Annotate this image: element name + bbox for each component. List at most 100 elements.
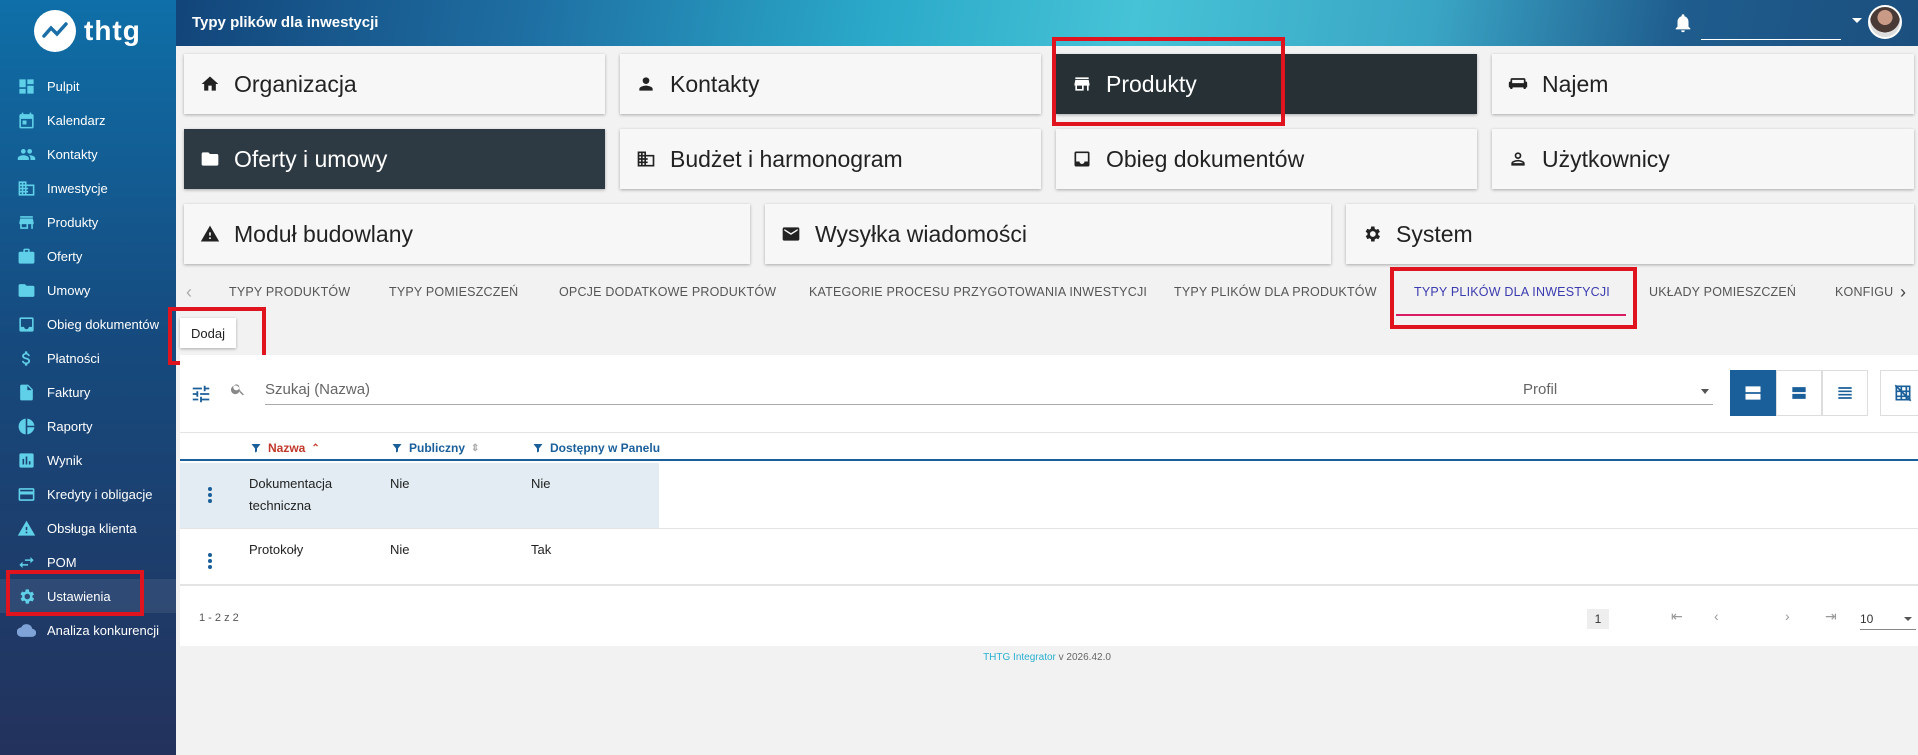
top-header: Typy plików dla inwestycji bbox=[176, 0, 1918, 46]
module-produkty[interactable]: Produkty bbox=[1056, 54, 1477, 114]
search-input[interactable] bbox=[265, 375, 1595, 405]
module-obieg-dokumentow[interactable]: Obieg dokumentów bbox=[1056, 129, 1477, 189]
module-oferty-i-umowy[interactable]: Oferty i umowy bbox=[184, 129, 605, 189]
arrows-icon bbox=[16, 552, 36, 572]
bell-icon[interactable] bbox=[1672, 12, 1694, 34]
sidebar-item-label: Obieg dokumentów bbox=[47, 316, 160, 332]
footer: THTG Integrator v 2026.42.0 bbox=[176, 652, 1918, 663]
sidebar-item-wynik[interactable]: Wynik bbox=[0, 443, 176, 477]
view-wide-rows-button[interactable] bbox=[1730, 370, 1776, 416]
filter-icon[interactable] bbox=[532, 442, 544, 454]
sidebar-item-kredyty[interactable]: Kredyty i obligacje bbox=[0, 477, 176, 511]
module-budzet[interactable]: Budżet i harmonogram bbox=[620, 129, 1041, 189]
sidebar-item-faktury[interactable]: Faktury bbox=[0, 375, 176, 409]
module-organizacja[interactable]: Organizacja bbox=[184, 54, 605, 114]
warning-icon bbox=[200, 223, 222, 245]
tab-typy-produktow[interactable]: TYPY PRODUKTÓW bbox=[229, 274, 350, 310]
view-compact-rows-button[interactable] bbox=[1822, 370, 1868, 416]
module-uzytkownicy[interactable]: Użytkownicy bbox=[1492, 129, 1914, 189]
cell-publiczny: Nie bbox=[390, 542, 410, 557]
more-vert-icon[interactable] bbox=[208, 487, 212, 505]
table-row[interactable]: Protokoły Nie Tak bbox=[180, 529, 1918, 585]
sidebar-item-obsluga-klienta[interactable]: Obsługa klienta bbox=[0, 511, 176, 545]
tab-konfigu[interactable]: KONFIGU bbox=[1835, 274, 1893, 310]
sidebar-item-label: Obsługa klienta bbox=[47, 520, 137, 536]
tab-typy-pomieszczen[interactable]: TYPY POMIESZCZEŃ bbox=[389, 274, 518, 310]
person-outline-icon bbox=[1508, 148, 1530, 170]
first-page-icon[interactable]: ⇤ bbox=[1671, 608, 1683, 625]
tab-uklady-pomieszczen[interactable]: UKŁADY POMIESZCZEŃ bbox=[1649, 274, 1796, 310]
grid-off-button[interactable] bbox=[1880, 370, 1918, 416]
module-wysylka[interactable]: Wysyłka wiadomości bbox=[765, 204, 1331, 264]
avatar[interactable] bbox=[1868, 5, 1902, 39]
data-table-card: Profil Nazwa ⌃ Publiczny ⇕ Dostępny w bbox=[180, 355, 1918, 646]
filter-icon[interactable] bbox=[250, 442, 262, 454]
store-icon bbox=[1072, 73, 1094, 95]
next-page-icon[interactable]: › bbox=[1785, 608, 1790, 624]
folder-icon bbox=[200, 148, 222, 170]
tab-typy-plikow-produktow[interactable]: TYPY PLIKÓW DLA PRODUKTÓW bbox=[1174, 274, 1377, 310]
per-page-select[interactable]: 10 bbox=[1860, 608, 1916, 630]
cell-dostepny: Tak bbox=[531, 542, 552, 557]
module-budowlany[interactable]: Moduł budowlany bbox=[184, 204, 750, 264]
module-label: Użytkownicy bbox=[1542, 145, 1670, 172]
module-label: Oferty i umowy bbox=[234, 145, 388, 172]
sidebar-item-label: Wynik bbox=[47, 452, 83, 468]
profile-select[interactable]: Profil bbox=[1523, 375, 1713, 405]
gear-icon bbox=[16, 586, 36, 606]
sidebar-item-ustawienia[interactable]: Ustawienia bbox=[0, 579, 176, 613]
module-label: Organizacja bbox=[234, 70, 357, 97]
sidebar-item-kontakty[interactable]: Kontakty bbox=[0, 137, 176, 171]
column-label: Nazwa bbox=[268, 441, 306, 455]
sidebar-item-inwestycje[interactable]: Inwestycje bbox=[0, 171, 176, 205]
credit-card-icon bbox=[16, 484, 36, 504]
module-kontakty[interactable]: Kontakty bbox=[620, 54, 1041, 114]
column-header-dostepny[interactable]: Dostępny w Panelu bbox=[532, 441, 660, 455]
tab-typy-plikow-inwestycji[interactable]: TYPY PLIKÓW DLA INWESTYCJI bbox=[1414, 274, 1610, 310]
sidebar-item-oferty[interactable]: Oferty bbox=[0, 239, 176, 273]
user-select[interactable] bbox=[1701, 39, 1841, 40]
chevron-down-icon bbox=[1701, 389, 1709, 394]
current-page[interactable]: 1 bbox=[1587, 609, 1609, 629]
chevron-down-icon[interactable] bbox=[1852, 18, 1862, 23]
sidebar-item-produkty[interactable]: Produkty bbox=[0, 205, 176, 239]
column-header-publiczny[interactable]: Publiczny ⇕ bbox=[391, 441, 479, 455]
tabs-scroll-right-icon[interactable]: › bbox=[1900, 282, 1906, 303]
tab-opcje-dodatkowe[interactable]: OPCJE DODATKOWE PRODUKTÓW bbox=[559, 274, 776, 310]
sidebar-item-umowy[interactable]: Umowy bbox=[0, 273, 176, 307]
module-najem[interactable]: Najem bbox=[1492, 54, 1914, 114]
sidebar-item-pom[interactable]: POM bbox=[0, 545, 176, 579]
add-button[interactable]: Dodaj bbox=[180, 318, 236, 348]
sidebar-item-label: POM bbox=[47, 554, 77, 570]
table-row[interactable]: Dokumentacja techniczna Nie Nie bbox=[180, 463, 1918, 529]
module-system[interactable]: System bbox=[1346, 204, 1914, 264]
footer-version: v 2026.42.0 bbox=[1058, 652, 1111, 663]
sidebar-nav: Pulpit Kalendarz Kontakty Inwestycje Pro… bbox=[0, 69, 176, 647]
prev-page-icon[interactable]: ‹ bbox=[1714, 608, 1719, 624]
person-icon bbox=[636, 73, 658, 95]
sidebar-item-pulpit[interactable]: Pulpit bbox=[0, 69, 176, 103]
tab-kategorie-procesu[interactable]: KATEGORIE PROCESU PRZYGOTOWANIA INWESTYC… bbox=[809, 274, 1147, 310]
sidebar-item-kalendarz[interactable]: Kalendarz bbox=[0, 103, 176, 137]
sidebar-item-raporty[interactable]: Raporty bbox=[0, 409, 176, 443]
more-vert-icon[interactable] bbox=[208, 553, 212, 571]
sidebar-item-analiza-konkurencji[interactable]: Analiza konkurencji bbox=[0, 613, 176, 647]
inbox-icon bbox=[1072, 148, 1094, 170]
footer-brand-link[interactable]: THTG Integrator bbox=[983, 652, 1056, 663]
last-page-icon[interactable]: ⇥ bbox=[1825, 608, 1837, 625]
sidebar-item-platnosci[interactable]: Płatności bbox=[0, 341, 176, 375]
settings-tabs: TYPY PRODUKTÓW TYPY POMIESZCZEŃ OPCJE DO… bbox=[176, 274, 1918, 310]
column-header-nazwa[interactable]: Nazwa ⌃ bbox=[250, 441, 320, 455]
view-medium-rows-button[interactable] bbox=[1776, 370, 1822, 416]
sidebar-item-obieg-dokumentow[interactable]: Obieg dokumentów bbox=[0, 307, 176, 341]
file-icon bbox=[16, 382, 36, 402]
grid-off-icon bbox=[1894, 384, 1912, 402]
per-page-value: 10 bbox=[1860, 611, 1874, 626]
sidebar-item-label: Inwestycje bbox=[47, 180, 108, 196]
pie-chart-icon bbox=[16, 416, 36, 436]
logo[interactable]: thtg bbox=[34, 10, 141, 52]
tune-filter-icon[interactable] bbox=[190, 383, 212, 405]
module-label: Moduł budowlany bbox=[234, 220, 414, 247]
filter-icon[interactable] bbox=[391, 442, 403, 454]
active-tab-indicator bbox=[1396, 314, 1626, 316]
